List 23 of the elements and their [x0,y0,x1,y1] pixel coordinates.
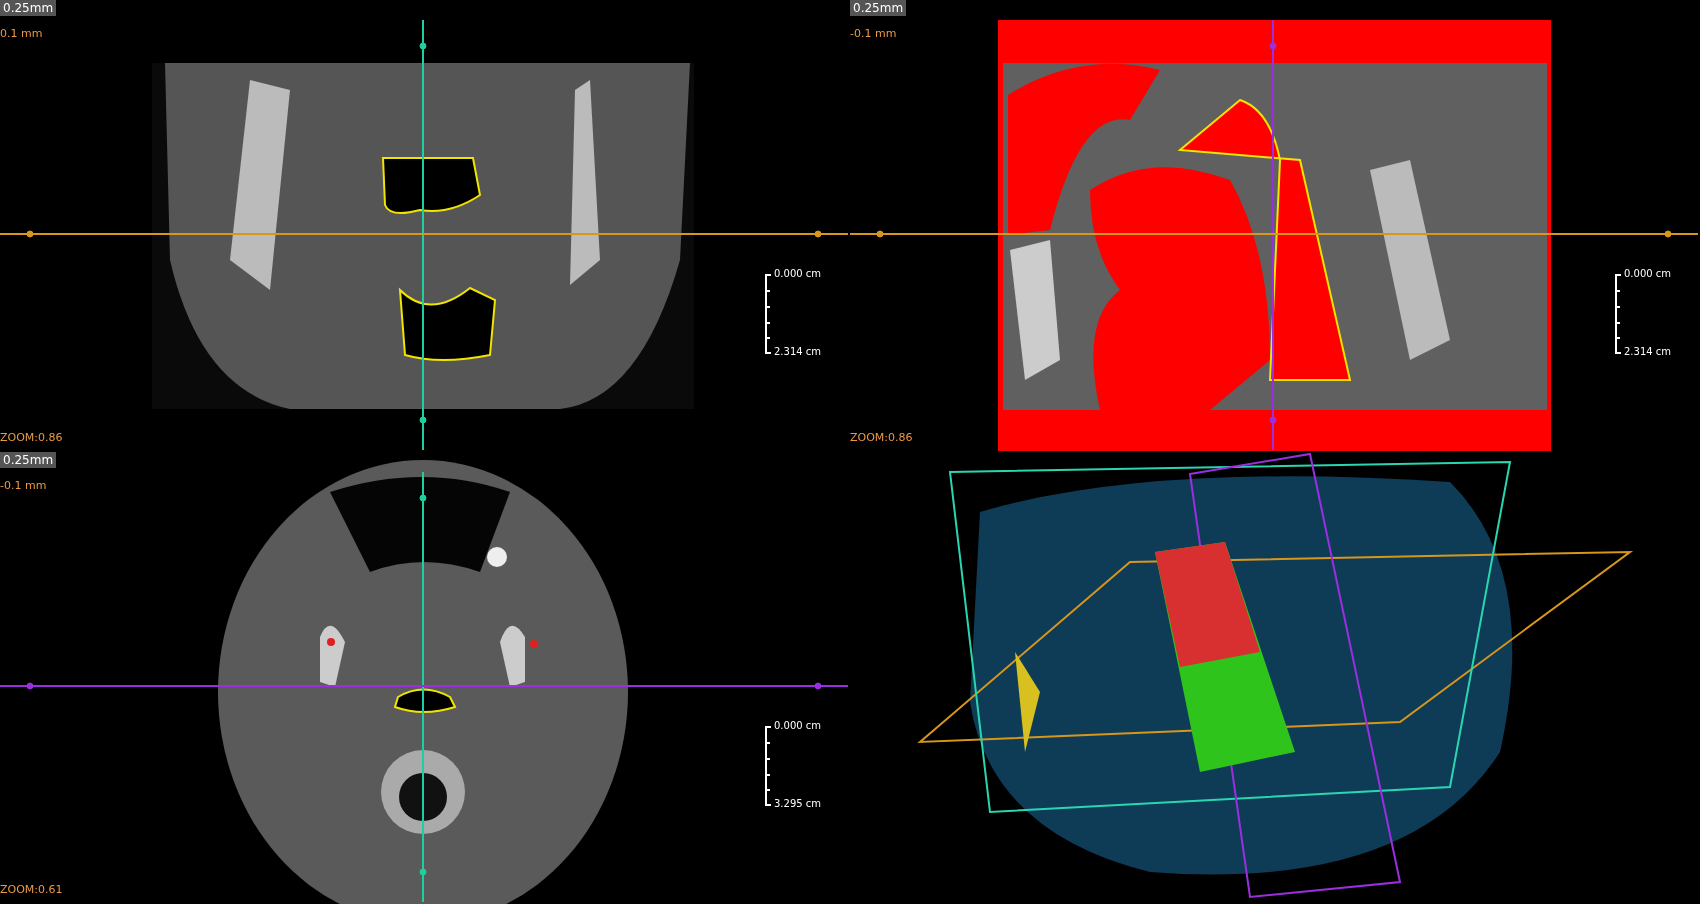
zoom-label: ZOOM:0.61 [0,883,63,896]
scale-label: 3.295 cm [774,798,822,809]
scale-label: 0.000 cm [774,720,822,731]
scale-ruler-icon [764,726,772,806]
crosshair-line[interactable] [419,471,427,903]
slice-offset-label: -0.1 mm [0,479,47,492]
zoom-label: ZOOM:0.86 [0,431,63,444]
slice-thickness-label: 0.25mm [850,0,907,16]
scale-label: 0.000 cm [1624,268,1672,279]
crosshair-line[interactable] [0,230,849,238]
scale-ruler-icon [764,274,772,354]
scale-label: 0.000 cm [774,268,822,279]
crosshair-line[interactable] [850,230,1699,238]
slice-thickness-label: 0.25mm [0,0,57,16]
slice-offset-label: -0.1 mm [850,27,897,40]
scale-label: 2.314 cm [1624,346,1672,357]
crosshair-line[interactable] [1269,19,1277,451]
zoom-label: ZOOM:0.86 [850,431,913,444]
scale-ruler-icon [1614,274,1622,354]
slice-offset-label: 0.1 mm [0,27,43,40]
crosshair-line[interactable] [419,19,427,451]
scale-label: 2.314 cm [774,346,822,357]
slice-thickness-label: 0.25mm [0,452,57,468]
